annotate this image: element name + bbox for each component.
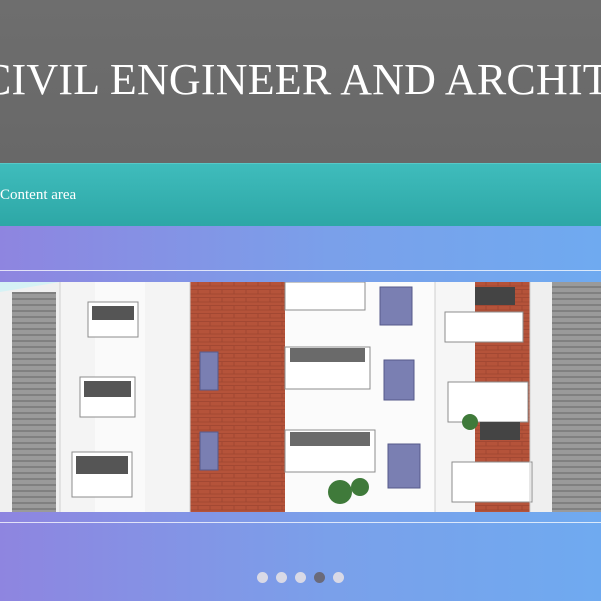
slider-dot[interactable] [257,572,268,583]
slider-dot[interactable] [295,572,306,583]
slider-dot-active[interactable] [314,572,325,583]
slider-dot[interactable] [276,572,287,583]
site-header: CIVIL ENGINEER AND ARCHITECT [0,0,601,163]
nav-item-content-area[interactable]: Content area [0,187,76,204]
slider-image [0,282,601,512]
apartment-building-image [0,282,601,512]
site-title: CIVIL ENGINEER AND ARCHITECT [0,55,601,104]
divider-top [0,270,601,271]
slider-pagination [0,572,601,586]
slider-dot[interactable] [333,572,344,583]
divider-bottom [0,522,601,523]
navigation-bar: Content area [0,163,601,227]
